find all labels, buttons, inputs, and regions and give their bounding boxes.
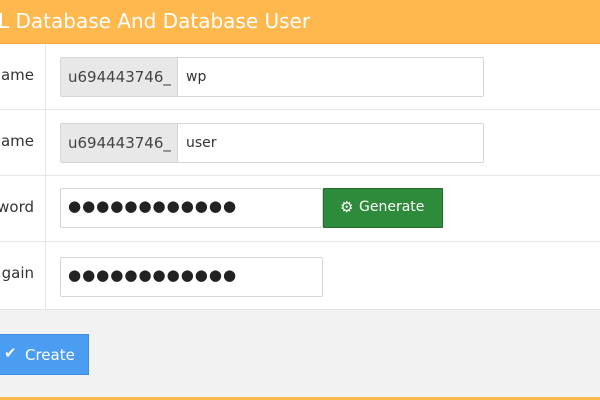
password-label: word — [0, 198, 34, 216]
password-input[interactable]: ●●●●●●●●●●●● — [60, 188, 323, 228]
form-footer: ✔ Create — [0, 310, 600, 400]
password-label-cell: word — [0, 176, 46, 241]
password-row: word ●●●●●●●●●●●● ⚙ Generate — [0, 176, 600, 242]
password-again-row: gain ●●●●●●●●●●●● — [0, 242, 600, 310]
username-row: ame u694443746_ user — [0, 110, 600, 176]
create-button[interactable]: ✔ Create — [0, 334, 89, 375]
username-prefix: u694443746_ — [61, 124, 178, 162]
username-input-group[interactable]: u694443746_ user — [60, 123, 484, 163]
generate-button-label: Generate — [359, 199, 425, 215]
generate-button[interactable]: ⚙ Generate — [323, 188, 443, 228]
panel-title: L Database And Database User — [0, 9, 311, 33]
create-button-label: Create — [25, 346, 75, 364]
database-name-input[interactable]: wp — [186, 69, 206, 85]
username-label: ame — [0, 132, 34, 150]
password-again-label: gain — [1, 264, 34, 282]
username-label-cell: ame — [0, 110, 46, 175]
panel-header: L Database And Database User — [0, 0, 600, 44]
password-again-input[interactable]: ●●●●●●●●●●●● — [60, 257, 323, 297]
password-again-label-cell: gain — [0, 242, 46, 309]
gear-icon: ⚙ — [340, 198, 354, 216]
password-value: ●●●●●●●●●●●● — [68, 197, 238, 215]
database-name-label: ame — [0, 66, 34, 84]
database-name-label-cell: ame — [0, 44, 46, 109]
username-input[interactable]: user — [186, 135, 217, 151]
database-name-prefix: u694443746_ — [61, 58, 178, 96]
database-name-row: ame u694443746_ wp — [0, 44, 600, 110]
check-icon: ✔ — [4, 344, 17, 362]
password-again-value: ●●●●●●●●●●●● — [68, 266, 238, 284]
database-name-input-group[interactable]: u694443746_ wp — [60, 57, 484, 97]
